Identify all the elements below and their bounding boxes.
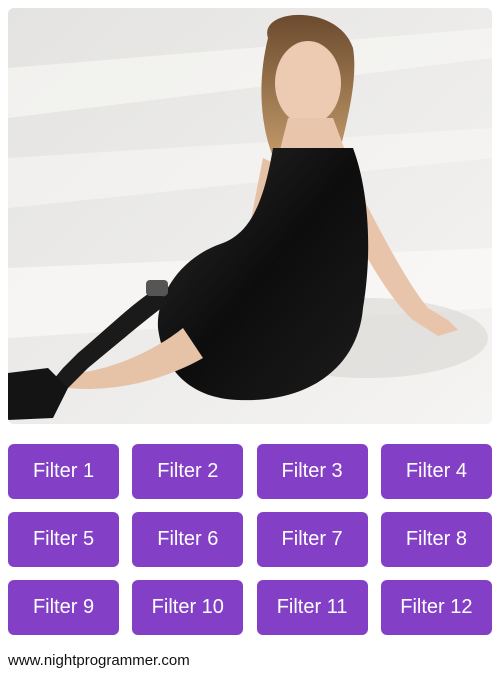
filter-7-button[interactable]: Filter 7 [256, 512, 368, 567]
footer-website-link[interactable]: www.nightprogrammer.com [8, 652, 190, 669]
filter-1-button[interactable]: Filter 1 [8, 444, 119, 499]
filter-5-button[interactable]: Filter 5 [8, 512, 119, 567]
filter-2-button[interactable]: Filter 2 [132, 444, 244, 499]
filter-grid: Filter 1 Filter 2 Filter 3 Filter 4 Filt… [8, 444, 492, 635]
filter-8-button[interactable]: Filter 8 [380, 512, 492, 567]
filter-3-button[interactable]: Filter 3 [256, 444, 368, 499]
filter-11-button[interactable]: Filter 11 [256, 580, 368, 635]
photo-illustration [8, 8, 492, 424]
filter-12-button[interactable]: Filter 12 [380, 580, 492, 635]
filter-6-button[interactable]: Filter 6 [132, 512, 244, 567]
filter-10-button[interactable]: Filter 10 [132, 580, 244, 635]
filter-4-button[interactable]: Filter 4 [380, 444, 492, 499]
preview-image [8, 8, 492, 424]
filter-9-button[interactable]: Filter 9 [8, 580, 119, 635]
